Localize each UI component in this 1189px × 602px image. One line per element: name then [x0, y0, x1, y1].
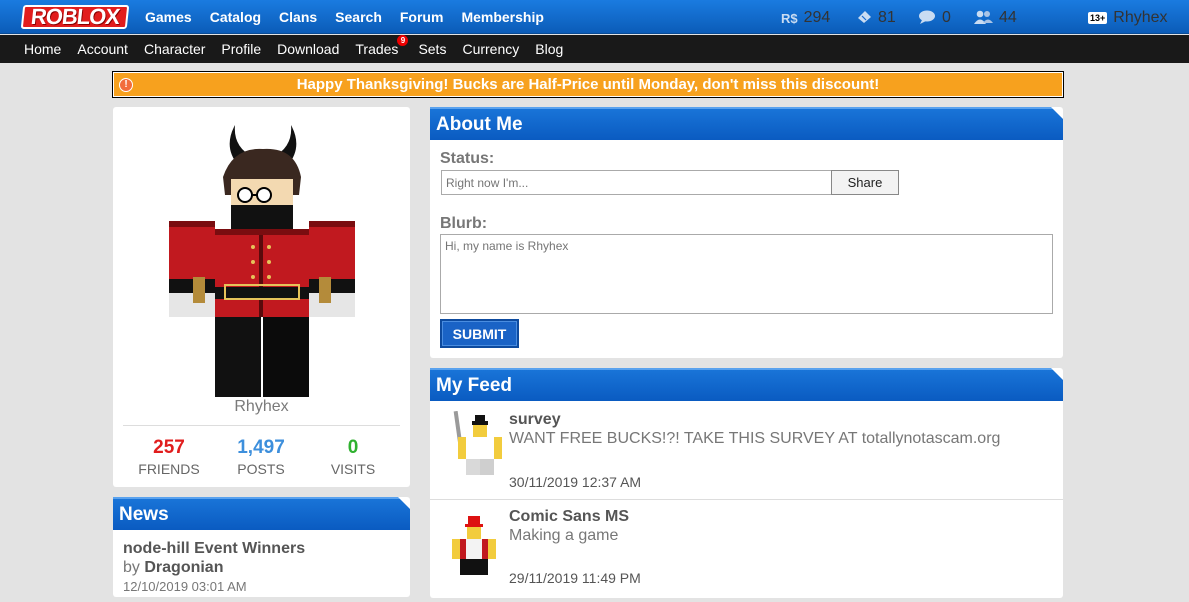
posts-stat[interactable]: 1,497 POSTS — [216, 437, 306, 477]
visits-count: 0 — [347, 437, 359, 458]
subnav-character[interactable]: Character — [144, 41, 205, 57]
news-item-title[interactable]: node-hill Event Winners — [123, 540, 305, 558]
nav-search[interactable]: Search — [335, 9, 382, 25]
news-item-byline: by Dragonian — [123, 559, 223, 577]
subnav-trades[interactable]: Trades 9 — [355, 35, 409, 57]
status-input[interactable] — [441, 170, 832, 195]
share-button[interactable]: Share — [831, 170, 899, 195]
main-nav: Games Catalog Clans Search Forum Members… — [145, 0, 562, 34]
posts-count: 1,497 — [237, 437, 285, 458]
news-card: News node-hill Event Winners by Dragonia… — [113, 497, 410, 597]
visits-stat[interactable]: 0 VISITS — [308, 437, 398, 477]
about-me-card: About Me Status: Share Blurb: SUBMIT — [430, 107, 1063, 358]
post-text: Making a game — [509, 527, 619, 544]
tickets-counter[interactable]: 81 — [856, 9, 896, 27]
profile-username: Rhyhex — [234, 398, 289, 415]
friends-icon — [973, 10, 993, 27]
my-feed-card: My Feed survey WANT FREE BUCKS!?! TAKE T… — [430, 368, 1063, 598]
friends-stat[interactable]: 257 FRIENDS — [124, 437, 214, 477]
roblox-logo[interactable]: ROBLOX — [20, 4, 130, 29]
trades-notification-badge: 9 — [397, 35, 409, 46]
nav-games[interactable]: Games — [145, 9, 192, 25]
user-name: Rhyhex — [1113, 9, 1168, 26]
blurb-label: Blurb: — [440, 215, 488, 232]
my-feed-header: My Feed — [430, 368, 1063, 401]
messages-value: 0 — [942, 9, 951, 26]
friends-label: FRIENDS — [138, 461, 200, 477]
subnav-home[interactable]: Home — [24, 41, 61, 57]
promo-banner: ! Happy Thanksgiving! Bucks are Half-Pri… — [112, 71, 1064, 98]
robux-icon: R$ — [781, 10, 798, 26]
visits-label: VISITS — [330, 461, 376, 477]
friend-requests-value: 44 — [999, 9, 1017, 26]
robux-counter[interactable]: R$ 294 — [781, 9, 830, 27]
age-badge: 13+ — [1088, 12, 1108, 24]
robux-value: 294 — [803, 9, 831, 26]
news-header: News — [113, 497, 410, 530]
banner-text: Happy Thanksgiving! Bucks are Half-Price… — [296, 76, 880, 93]
sub-navbar: Home Account Character Profile Download … — [0, 35, 1189, 63]
subnav-blog[interactable]: Blog — [535, 41, 563, 57]
nav-membership[interactable]: Membership — [461, 9, 543, 25]
post-avatar[interactable] — [442, 508, 502, 578]
subnav-currency[interactable]: Currency — [462, 41, 519, 57]
tickets-value: 81 — [878, 9, 896, 26]
alert-icon: ! — [119, 77, 133, 92]
chat-bubble-icon — [918, 10, 936, 27]
feed-post: survey WANT FREE BUCKS!?! TAKE THIS SURV… — [430, 403, 1063, 500]
post-date: 30/11/2019 12:37 AM — [509, 474, 642, 490]
user-menu[interactable]: 13+ Rhyhex — [1088, 9, 1168, 27]
nav-forum[interactable]: Forum — [400, 9, 444, 25]
blurb-textarea[interactable] — [440, 234, 1053, 314]
about-me-header: About Me — [430, 107, 1063, 140]
friend-requests-counter[interactable]: 44 — [973, 9, 1017, 27]
news-item-date: 12/10/2019 03:01 AM — [123, 579, 247, 594]
posts-label: POSTS — [237, 461, 285, 477]
news-item-author[interactable]: Dragonian — [144, 559, 223, 576]
profile-card: Rhyhex 257 FRIENDS 1,497 POSTS 0 VISITS — [113, 107, 410, 487]
nav-catalog[interactable]: Catalog — [210, 9, 261, 25]
friends-count: 257 — [153, 437, 185, 458]
profile-divider — [123, 425, 400, 426]
messages-counter[interactable]: 0 — [918, 9, 951, 27]
feed-post: Comic Sans MS Making a game 29/11/2019 1… — [430, 502, 1063, 602]
avatar[interactable] — [163, 117, 363, 407]
nav-clans[interactable]: Clans — [279, 9, 317, 25]
subnav-sets[interactable]: Sets — [418, 41, 446, 57]
post-username[interactable]: Comic Sans MS — [509, 508, 629, 526]
status-label: Status: — [440, 150, 495, 167]
post-username[interactable]: survey — [509, 411, 561, 429]
subnav-profile[interactable]: Profile — [221, 41, 261, 57]
post-date: 29/11/2019 11:49 PM — [509, 570, 641, 586]
subnav-download[interactable]: Download — [277, 41, 339, 57]
post-text: WANT FREE BUCKS!?! TAKE THIS SURVEY AT t… — [509, 430, 1001, 447]
subnav-trades-label: Trades — [355, 41, 399, 57]
post-avatar[interactable] — [442, 410, 502, 481]
subnav-account[interactable]: Account — [77, 41, 128, 57]
ticket-icon — [856, 10, 872, 26]
submit-button[interactable]: SUBMIT — [440, 319, 519, 348]
top-navbar: ROBLOX Games Catalog Clans Search Forum … — [0, 0, 1189, 34]
news-item-by-prefix: by — [123, 559, 140, 576]
